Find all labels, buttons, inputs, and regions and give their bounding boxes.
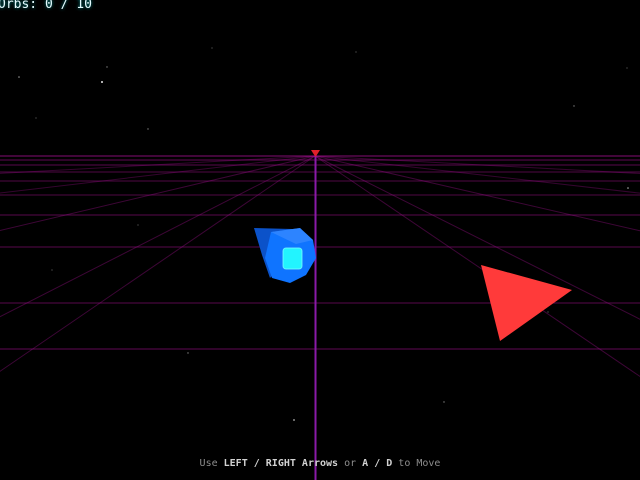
star bbox=[147, 128, 149, 130]
orbs-counter: Orbs: 0 / 10 bbox=[0, 0, 92, 13]
star bbox=[106, 66, 108, 68]
hint-use: Use bbox=[199, 458, 218, 469]
controls-hint: Use LEFT / RIGHT Arrows or A / D to Move bbox=[0, 457, 640, 470]
hint-arrow-keys: LEFT / RIGHT bbox=[223, 458, 296, 469]
star bbox=[187, 352, 189, 354]
player-ship-core bbox=[283, 248, 302, 269]
hint-to-move: to Move bbox=[398, 458, 441, 469]
star bbox=[51, 269, 53, 271]
star bbox=[573, 105, 575, 107]
star bbox=[547, 311, 549, 313]
star bbox=[137, 224, 139, 226]
star bbox=[355, 51, 357, 53]
star bbox=[626, 67, 628, 69]
game-canvas[interactable] bbox=[0, 0, 640, 480]
hint-ad-keys: A / D bbox=[362, 458, 393, 469]
orbs-label: Orbs: bbox=[0, 0, 38, 12]
star bbox=[627, 187, 629, 189]
star bbox=[443, 401, 445, 403]
orbs-collected-value: 0 bbox=[44, 0, 53, 12]
hint-or: or bbox=[344, 458, 357, 469]
orbs-total-value: 10 bbox=[76, 0, 92, 12]
star bbox=[18, 76, 20, 78]
sky-background bbox=[0, 0, 640, 480]
star bbox=[293, 419, 295, 421]
star bbox=[211, 47, 213, 49]
hint-arrows: Arrows bbox=[301, 458, 339, 469]
star bbox=[101, 81, 103, 83]
star bbox=[35, 117, 37, 119]
